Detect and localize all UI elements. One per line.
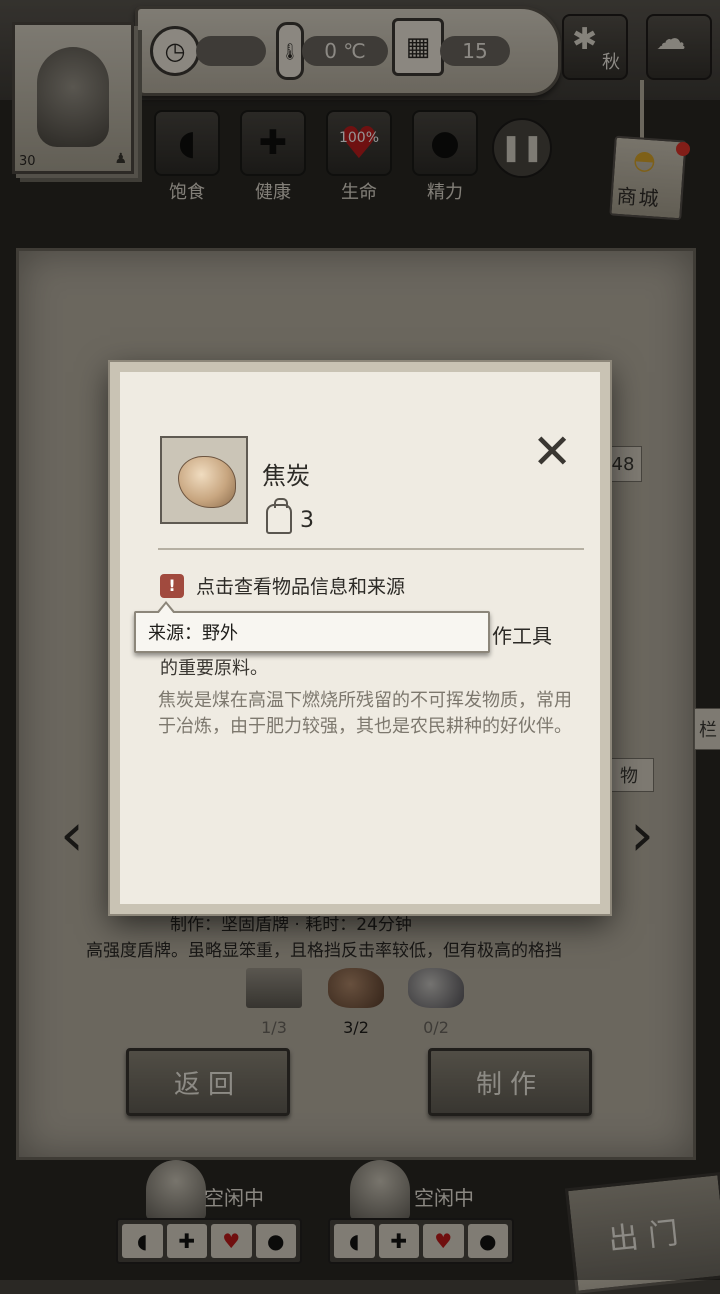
item-source-link[interactable]: ! 点击查看物品信息和来源 (160, 572, 405, 599)
coke-lump-icon (178, 456, 236, 508)
usage-text-fragment: 作工具 (492, 624, 552, 648)
item-name: 焦炭 (262, 462, 310, 490)
item-quantity: 3 (300, 508, 314, 533)
exclamation-icon: ! (160, 573, 184, 598)
item-source-prompt: 点击查看物品信息和来源 (196, 576, 406, 598)
source-tooltip: 来源：野外 (134, 601, 490, 653)
coke-item-icon (160, 436, 248, 524)
usage-text-line2: 的重要原料。 (160, 658, 268, 679)
bag-icon (266, 498, 292, 534)
item-description: 焦炭是煤在高温下燃烧所残留的不可挥发物质，常用于冶炼，由于肥力较强，其也是农民耕… (158, 690, 572, 737)
close-icon[interactable]: ✕ (532, 428, 572, 476)
divider (158, 548, 584, 550)
